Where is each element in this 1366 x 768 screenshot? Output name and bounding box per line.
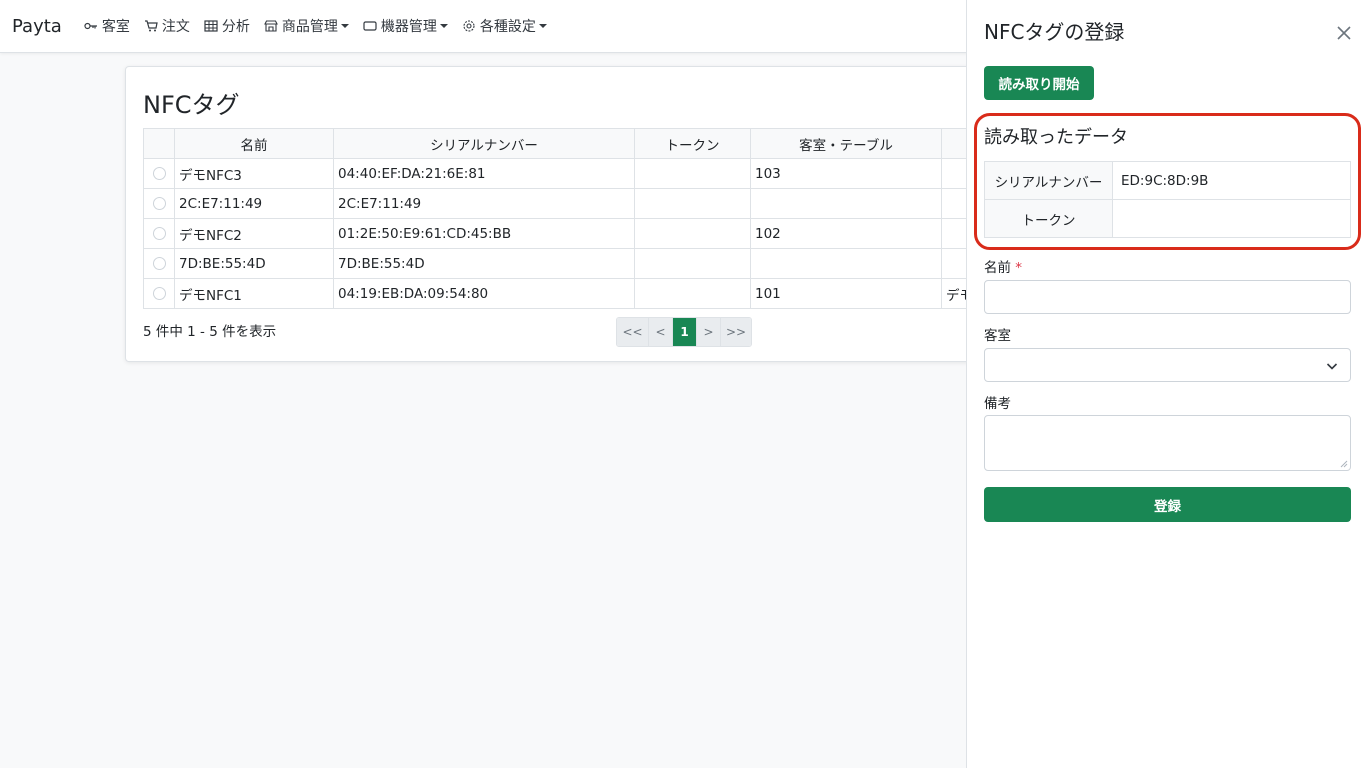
cell-name: 7D:BE:55:4D [174,248,334,279]
read-data-table: シリアルナンバー ED:9C:8D:9B トークン [984,161,1351,238]
cell-room: 102 [750,218,942,249]
nav-settings-label: 各種設定 [479,19,536,35]
shop-icon [263,20,278,32]
row-radio[interactable] [152,257,166,270]
nfc-list-card: NFCタグ 名前 シリアルナンバー トークン 客室・テーブル デモNFC3 04… [125,66,995,362]
cell-room: 101 [750,278,942,309]
start-reading-button[interactable]: 読み取り開始 [984,66,1094,100]
cell-room [750,248,942,279]
table-row[interactable]: デモNFC3 04:40:EF:DA:21:6E:81 103 [143,158,982,189]
cell-name: デモNFC2 [174,218,334,249]
nav-rooms-label: 客室 [101,19,130,35]
pagination: << < 1 > >> [616,317,752,347]
cell-serial: 01:2E:50:E9:61:CD:45:BB [333,218,635,249]
room-select[interactable] [984,348,1351,382]
row-radio[interactable] [152,287,166,300]
table-row[interactable]: 2C:E7:11:49 2C:E7:11:49 [143,188,982,219]
read-label-token: トークン [984,199,1113,238]
column-header-serial[interactable]: シリアルナンバー [333,128,635,159]
nav-rooms[interactable]: 客室 [84,16,130,36]
key-icon [84,22,97,30]
read-value-token [1112,199,1351,238]
chevron-down-icon [1326,363,1338,370]
nav-products-label: 商品管理 [281,19,338,35]
read-row-serial: シリアルナンバー ED:9C:8D:9B [984,161,1351,200]
page-next-button[interactable]: > [697,318,721,346]
table-row[interactable]: 7D:BE:55:4D 7D:BE:55:4D [143,248,982,279]
cell-token [634,218,751,249]
nav-analytics[interactable]: 分析 [204,16,250,36]
device-icon [363,21,377,31]
name-input[interactable] [984,280,1351,314]
chevron-down-icon [340,24,349,28]
cell-token [634,278,751,309]
table-header-row: 名前 シリアルナンバー トークン 客室・テーブル [143,128,982,159]
nav-orders[interactable]: 注文 [144,16,190,36]
row-radio[interactable] [152,227,166,240]
result-count: 5 件中 1 - 5 件を表示 [143,324,277,340]
name-label: 名前 * [984,256,1022,276]
resize-handle-icon[interactable] [1340,460,1348,468]
nfc-register-panel: NFCタグの登録 読み取り開始 読み取ったデータ シリアルナンバー ED:9C:… [966,0,1366,768]
read-row-token: トークン [984,199,1351,238]
cell-serial: 2C:E7:11:49 [333,188,635,219]
table-row[interactable]: デモNFC1 04:19:EB:DA:09:54:80 101 デモ [143,278,982,309]
nav-analytics-label: 分析 [221,19,250,35]
cell-serial: 7D:BE:55:4D [333,248,635,279]
cell-serial: 04:19:EB:DA:09:54:80 [333,278,635,309]
page-1-button[interactable]: 1 [673,318,697,346]
nav-orders-label: 注文 [161,19,190,35]
cell-room [750,188,942,219]
page-last-button[interactable]: >> [721,318,751,346]
nfc-table: 名前 シリアルナンバー トークン 客室・テーブル デモNFC3 04:40:EF… [143,128,982,309]
read-data-title: 読み取ったデータ [984,127,1128,148]
cell-name: デモNFC1 [174,278,334,309]
read-label-serial: シリアルナンバー [984,161,1113,200]
page-first-button[interactable]: << [617,318,649,346]
note-label: 備考 [984,396,1011,412]
close-icon[interactable] [1335,24,1353,42]
brand-logo[interactable]: Payta [12,16,62,37]
page-title: NFCタグ [143,91,240,119]
cell-token [634,248,751,279]
column-header-room[interactable]: 客室・テーブル [750,128,942,159]
nav-devices-label: 機器管理 [380,19,437,35]
cell-name: 2C:E7:11:49 [174,188,334,219]
cell-serial: 04:40:EF:DA:21:6E:81 [333,158,635,189]
note-textarea[interactable] [984,415,1351,471]
cart-icon [144,20,158,32]
page-prev-button[interactable]: < [649,318,673,346]
required-mark: * [1015,260,1023,276]
chevron-down-icon [439,24,448,28]
cell-name: デモNFC3 [174,158,334,189]
read-value-serial: ED:9C:8D:9B [1112,161,1351,200]
gear-icon [463,20,475,32]
nav-products[interactable]: 商品管理 [263,16,349,36]
cell-room: 103 [750,158,942,189]
nav-devices[interactable]: 機器管理 [363,16,448,36]
cell-token [634,158,751,189]
room-label: 客室 [984,328,1011,344]
table-row[interactable]: デモNFC2 01:2E:50:E9:61:CD:45:BB 102 [143,218,982,249]
register-button[interactable]: 登録 [984,487,1351,522]
name-label-text: 名前 [984,260,1011,276]
row-radio[interactable] [152,167,166,180]
chevron-down-icon [538,24,547,28]
select-column-header [143,128,175,159]
table-icon [204,20,218,32]
nav-settings[interactable]: 各種設定 [462,16,547,36]
row-radio[interactable] [152,197,166,210]
panel-title: NFCタグの登録 [984,20,1125,44]
column-header-name[interactable]: 名前 [174,128,334,159]
cell-token [634,188,751,219]
column-header-token[interactable]: トークン [634,128,751,159]
